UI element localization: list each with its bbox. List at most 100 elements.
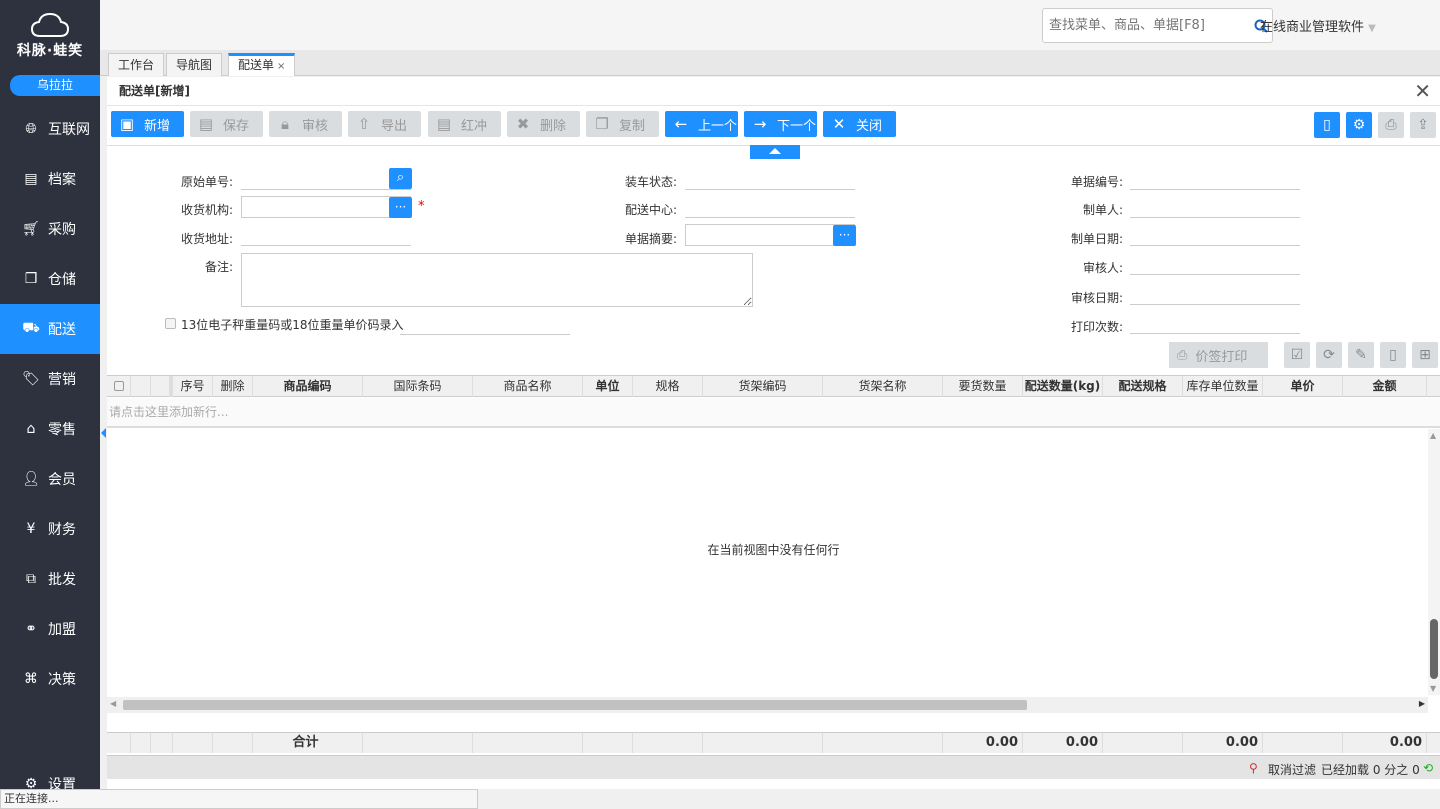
audit-date-field[interactable]	[1130, 283, 1300, 305]
column-header[interactable]: 库存单位数量	[1183, 376, 1263, 397]
doc-no-field[interactable]	[1130, 168, 1300, 190]
column-header[interactable]: 要货数量	[943, 376, 1023, 397]
search-input[interactable]	[1043, 9, 1243, 42]
scroll-right-icon[interactable]: ▶	[1419, 699, 1425, 708]
document-icon[interactable]: ▯	[1380, 342, 1406, 368]
sidebar-item-9[interactable]: ⧉ 批发	[0, 554, 100, 604]
sidebar-item-8[interactable]: ¥ 财务	[0, 504, 100, 554]
sidebar-item-label: 档案	[48, 172, 76, 188]
loading-status-field[interactable]	[685, 168, 855, 190]
create-date-field[interactable]	[1130, 224, 1300, 246]
scroll-up-icon[interactable]: ▲	[1430, 431, 1436, 440]
sidebar-collapse-handle[interactable]	[101, 428, 106, 438]
horizontal-scroll-thumb[interactable]	[123, 700, 1027, 710]
refresh-doc-icon[interactable]: ⟳	[1316, 342, 1342, 368]
close-button[interactable]: ✕ 关闭	[823, 111, 896, 137]
column-header[interactable]	[151, 376, 173, 397]
scroll-down-icon[interactable]: ▼	[1430, 684, 1436, 693]
add-row-hint[interactable]: 请点击这里添加新行...	[107, 398, 1440, 428]
receiver-org-field[interactable]	[241, 196, 411, 218]
sidebar-item-6[interactable]: ⌂ 零售	[0, 404, 100, 454]
print-count-field[interactable]	[1130, 312, 1300, 334]
sidebar-item-5[interactable]: 🏷︎ 营销	[0, 354, 100, 404]
sidebar-item-1[interactable]: ▤ 档案	[0, 154, 100, 204]
column-header[interactable]: 金额	[1343, 376, 1427, 397]
next-button[interactable]: → 下一个	[744, 111, 817, 137]
scroll-left-icon[interactable]: ◀	[110, 699, 116, 708]
sidebar-item-2[interactable]: 🛒︎ 采购	[0, 204, 100, 254]
receiver-addr-field[interactable]	[241, 224, 411, 246]
column-header[interactable]: 商品名称	[473, 376, 583, 397]
auditor-field[interactable]	[1130, 253, 1300, 275]
column-header[interactable]: 序号	[173, 376, 213, 397]
copy-button[interactable]: ❐ 复制	[586, 111, 659, 137]
edit-icon[interactable]: ✎	[1348, 342, 1374, 368]
caret-down-icon: ▼	[1368, 23, 1376, 34]
save-button[interactable]: ▤ 保存	[190, 111, 263, 137]
new-button[interactable]: ▣ 新增	[111, 111, 184, 137]
sidebar-item-11[interactable]: ⌘ 决策	[0, 654, 100, 704]
check-icon[interactable]: ☑	[1284, 342, 1310, 368]
export-button[interactable]: ⇧ 导出	[348, 111, 421, 137]
column-header[interactable]: 单位	[583, 376, 633, 397]
sidebar-item-4[interactable]: ⛟ 配送	[0, 304, 100, 354]
vertical-scrollbar[interactable]: ▲ ▼	[1428, 429, 1440, 695]
delete-button[interactable]: ✖ 删除	[507, 111, 580, 137]
ellipsis-icon[interactable]: ···	[833, 225, 856, 246]
column-header[interactable]: 配送数量(kg)	[1023, 376, 1103, 397]
creator-field[interactable]	[1130, 196, 1300, 218]
red-reverse-button[interactable]: ▤ 红冲	[428, 111, 501, 137]
column-header[interactable]: 删除	[213, 376, 253, 397]
rings-icon: ⚭	[25, 621, 37, 637]
arrow-right-icon: →	[753, 115, 767, 133]
summary-field[interactable]	[685, 224, 855, 246]
column-header[interactable]: 配送规格	[1103, 376, 1183, 397]
refresh-icon[interactable]: ⟲	[1423, 761, 1433, 775]
tab-close-icon[interactable]: ×	[277, 61, 285, 72]
sidebar-item-0[interactable]: 🌐︎ 互联网	[0, 104, 100, 154]
search-box[interactable]	[1042, 8, 1273, 43]
sidebar-item-label: 加盟	[48, 622, 76, 638]
brand-menu[interactable]: 在线商业管理软件 ▼	[1260, 16, 1376, 35]
column-header[interactable]: 货架名称	[823, 376, 943, 397]
tab-workbench[interactable]: 工作台	[108, 53, 165, 76]
dist-center-field[interactable]	[685, 196, 855, 218]
search-icon[interactable]: ⌕	[389, 168, 412, 189]
sidebar-item-7[interactable]: 👤︎ 会员	[0, 454, 100, 504]
sidebar-item-label: 决策	[48, 672, 76, 688]
column-header[interactable]: 单价	[1263, 376, 1343, 397]
horizontal-scrollbar[interactable]: ◀ ▶	[107, 697, 1428, 713]
column-header[interactable]: 商品编码	[253, 376, 363, 397]
ellipsis-icon[interactable]: ···	[389, 197, 412, 218]
tab-delivery-order[interactable]: 配送单 ×	[228, 53, 296, 76]
remark-textarea[interactable]	[241, 253, 753, 307]
column-header[interactable]	[131, 376, 151, 397]
sidebar-item-3[interactable]: ❒ 仓储	[0, 254, 100, 304]
collapse-form-button[interactable]	[750, 145, 800, 159]
user-badge[interactable]: 乌拉拉	[10, 75, 100, 96]
cancel-filter-link[interactable]: 取消过滤	[1268, 761, 1316, 778]
sidebar-item-10[interactable]: ⚭ 加盟	[0, 604, 100, 654]
barcode-option-checkbox[interactable]	[165, 318, 176, 329]
original-no-field[interactable]	[241, 168, 411, 190]
previous-label: 上一个	[698, 118, 738, 134]
printer-icon[interactable]: ⎙	[1378, 112, 1404, 138]
column-header[interactable]: 规格	[633, 376, 703, 397]
gear-icon[interactable]: ⚙	[1346, 112, 1372, 138]
clipboard-icon[interactable]: ▯	[1314, 112, 1340, 138]
new-doc-icon: ▣	[119, 115, 135, 133]
column-header[interactable]: 货架编码	[703, 376, 823, 397]
panel-close-icon[interactable]: ✕	[1414, 81, 1431, 101]
audit-button[interactable]: 🔒︎ 审核	[269, 111, 342, 137]
column-header[interactable]	[107, 376, 131, 397]
add-doc-icon[interactable]: ⊞	[1412, 342, 1438, 368]
select-all-checkbox[interactable]	[113, 381, 124, 391]
previous-button[interactable]: ← 上一个	[665, 111, 738, 137]
upload-doc-icon[interactable]: ⇪	[1410, 112, 1436, 138]
tab-navigation[interactable]: 导航图	[166, 53, 223, 76]
price-tag-print-button[interactable]: ⎙ 价签打印	[1169, 342, 1268, 368]
total-stock-qty: 0.00	[1183, 733, 1263, 753]
vertical-scroll-thumb[interactable]	[1430, 619, 1438, 679]
print-count-label: 打印次数:	[1070, 320, 1123, 334]
column-header[interactable]: 国际条码	[363, 376, 473, 397]
